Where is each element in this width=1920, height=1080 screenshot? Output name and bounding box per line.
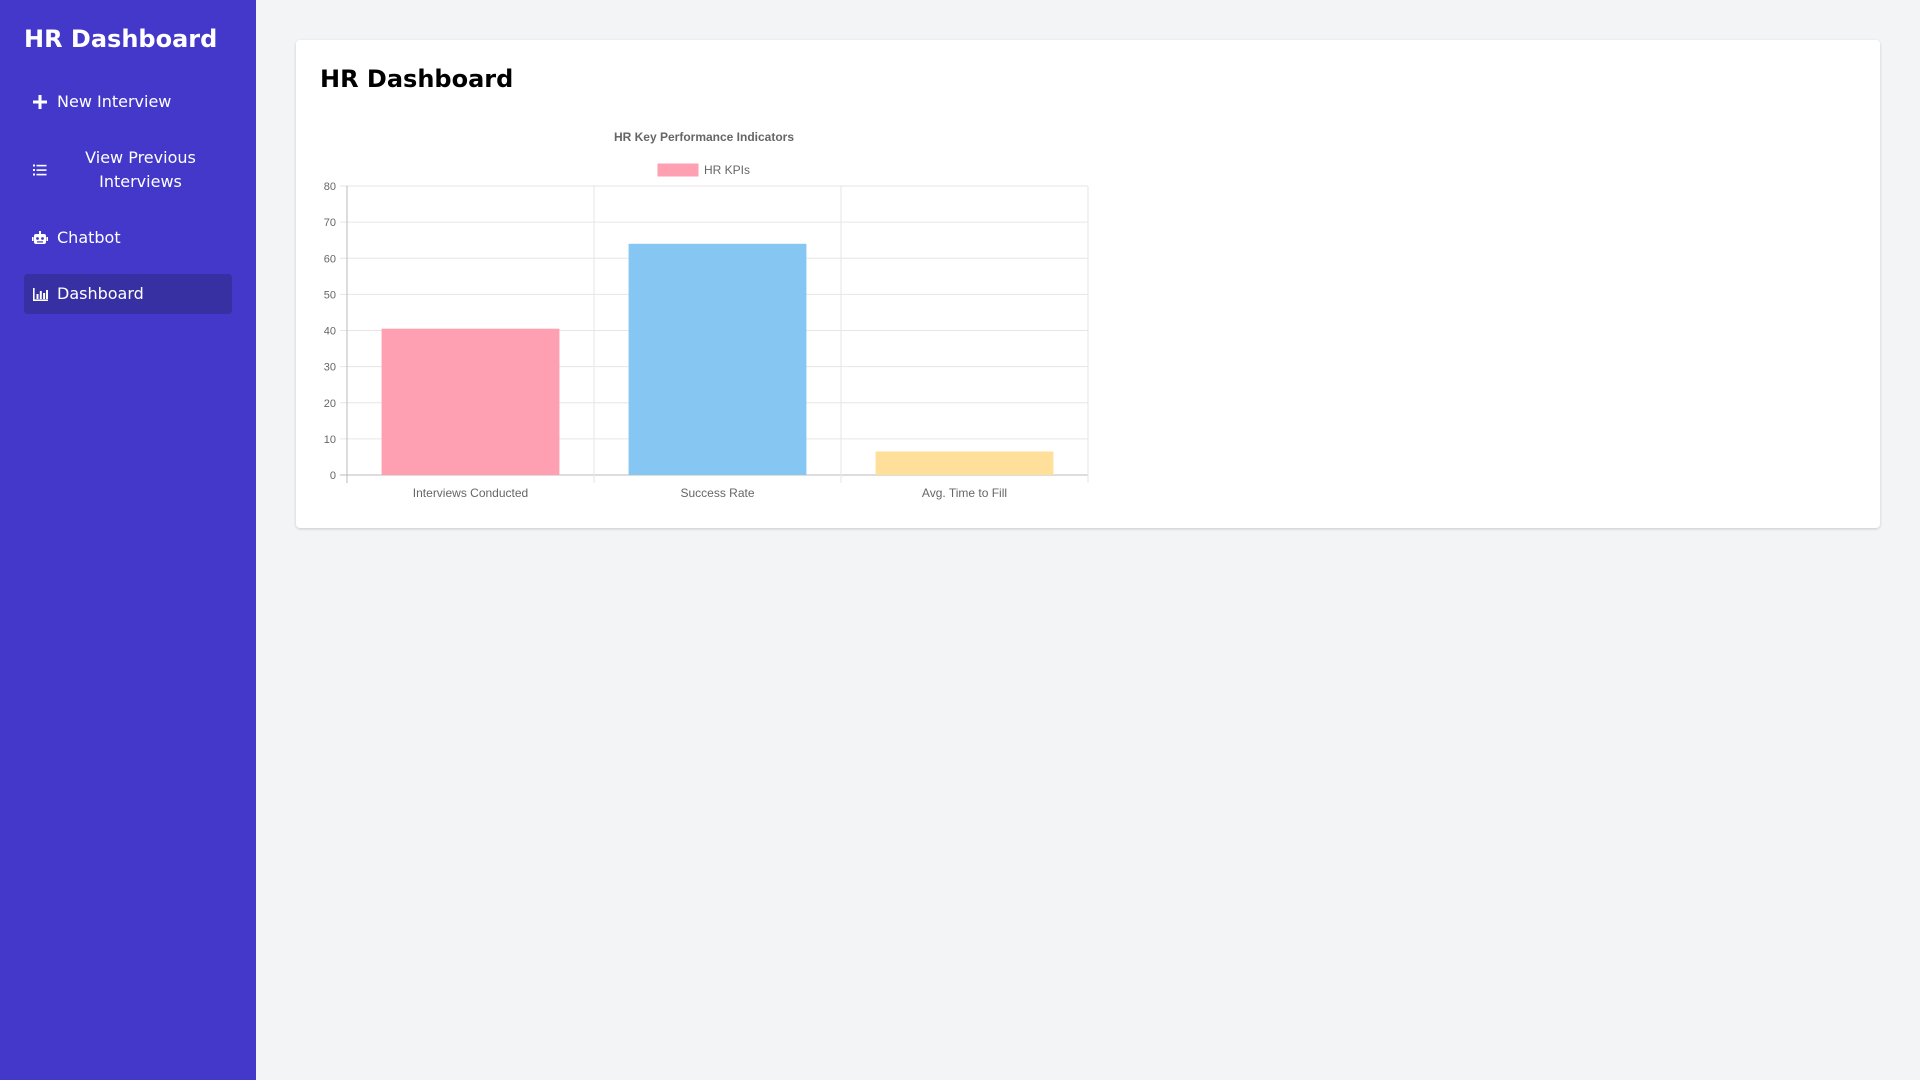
sidebar-item-new-interview[interactable]: New Interview <box>24 82 232 122</box>
sidebar-item-label: Dashboard <box>57 284 144 303</box>
dashboard-card: HR Dashboard HR Key Performance Indicato… <box>296 40 1880 528</box>
plus-icon <box>32 94 48 110</box>
legend-swatch <box>657 163 699 177</box>
sidebar-item-dashboard[interactable]: Dashboard <box>24 274 232 314</box>
chart-legend[interactable]: HR KPIs <box>657 163 750 177</box>
y-tick-label: 80 <box>324 181 336 193</box>
robot-icon <box>32 230 48 246</box>
sidebar-item-view-previous-interviews[interactable]: View Previous Interviews <box>24 138 232 202</box>
sidebar-item-label: Chatbot <box>57 228 121 247</box>
y-tick-label: 40 <box>324 326 336 338</box>
y-tick-label: 30 <box>324 362 336 374</box>
bar <box>628 243 807 475</box>
y-tick-label: 60 <box>324 253 336 265</box>
bar <box>381 328 560 475</box>
bar <box>875 451 1054 475</box>
sidebar-item-label: View Previous Interviews <box>85 148 196 191</box>
chart-title: HR Key Performance Indicators <box>614 130 794 144</box>
y-tick-label: 10 <box>324 434 336 446</box>
y-tick-label: 0 <box>330 470 336 482</box>
chart-bar-icon <box>32 286 48 302</box>
sidebar-item-chatbot[interactable]: Chatbot <box>24 218 232 258</box>
sidebar-item-label: New Interview <box>57 92 172 111</box>
legend-label: HR KPIs <box>704 163 750 177</box>
x-tick-label: Interviews Conducted <box>413 486 528 500</box>
y-tick-label: 50 <box>324 289 336 301</box>
kpi-bar-chart: HR Key Performance Indicators HR KPIs 0 1… <box>324 130 1089 500</box>
list-icon <box>32 162 48 178</box>
x-tick-label: Success Rate <box>680 486 754 500</box>
sidebar-title: HR Dashboard <box>24 25 218 53</box>
x-tick-label: Avg. Time to Fill <box>922 486 1007 500</box>
y-tick-label: 70 <box>324 217 336 229</box>
sidebar: HR Dashboard New Interview View Previous… <box>0 0 256 1080</box>
y-tick-label: 20 <box>324 398 336 410</box>
